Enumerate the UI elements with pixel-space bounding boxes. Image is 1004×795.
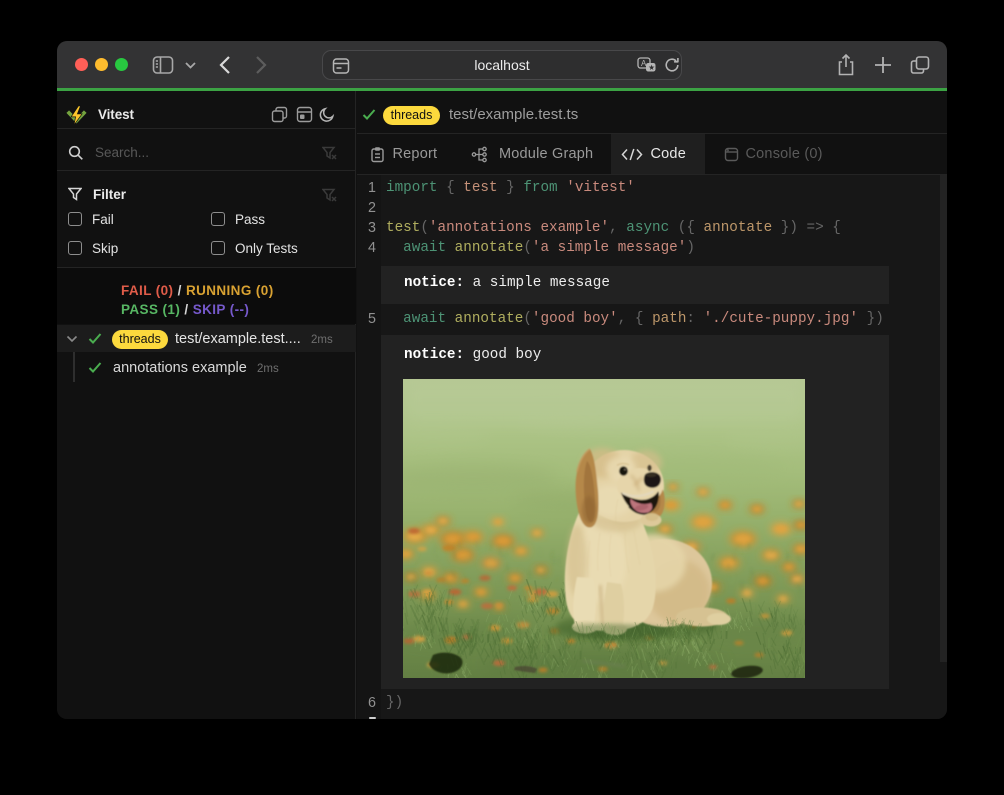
svg-text:★: ★ — [648, 63, 655, 72]
